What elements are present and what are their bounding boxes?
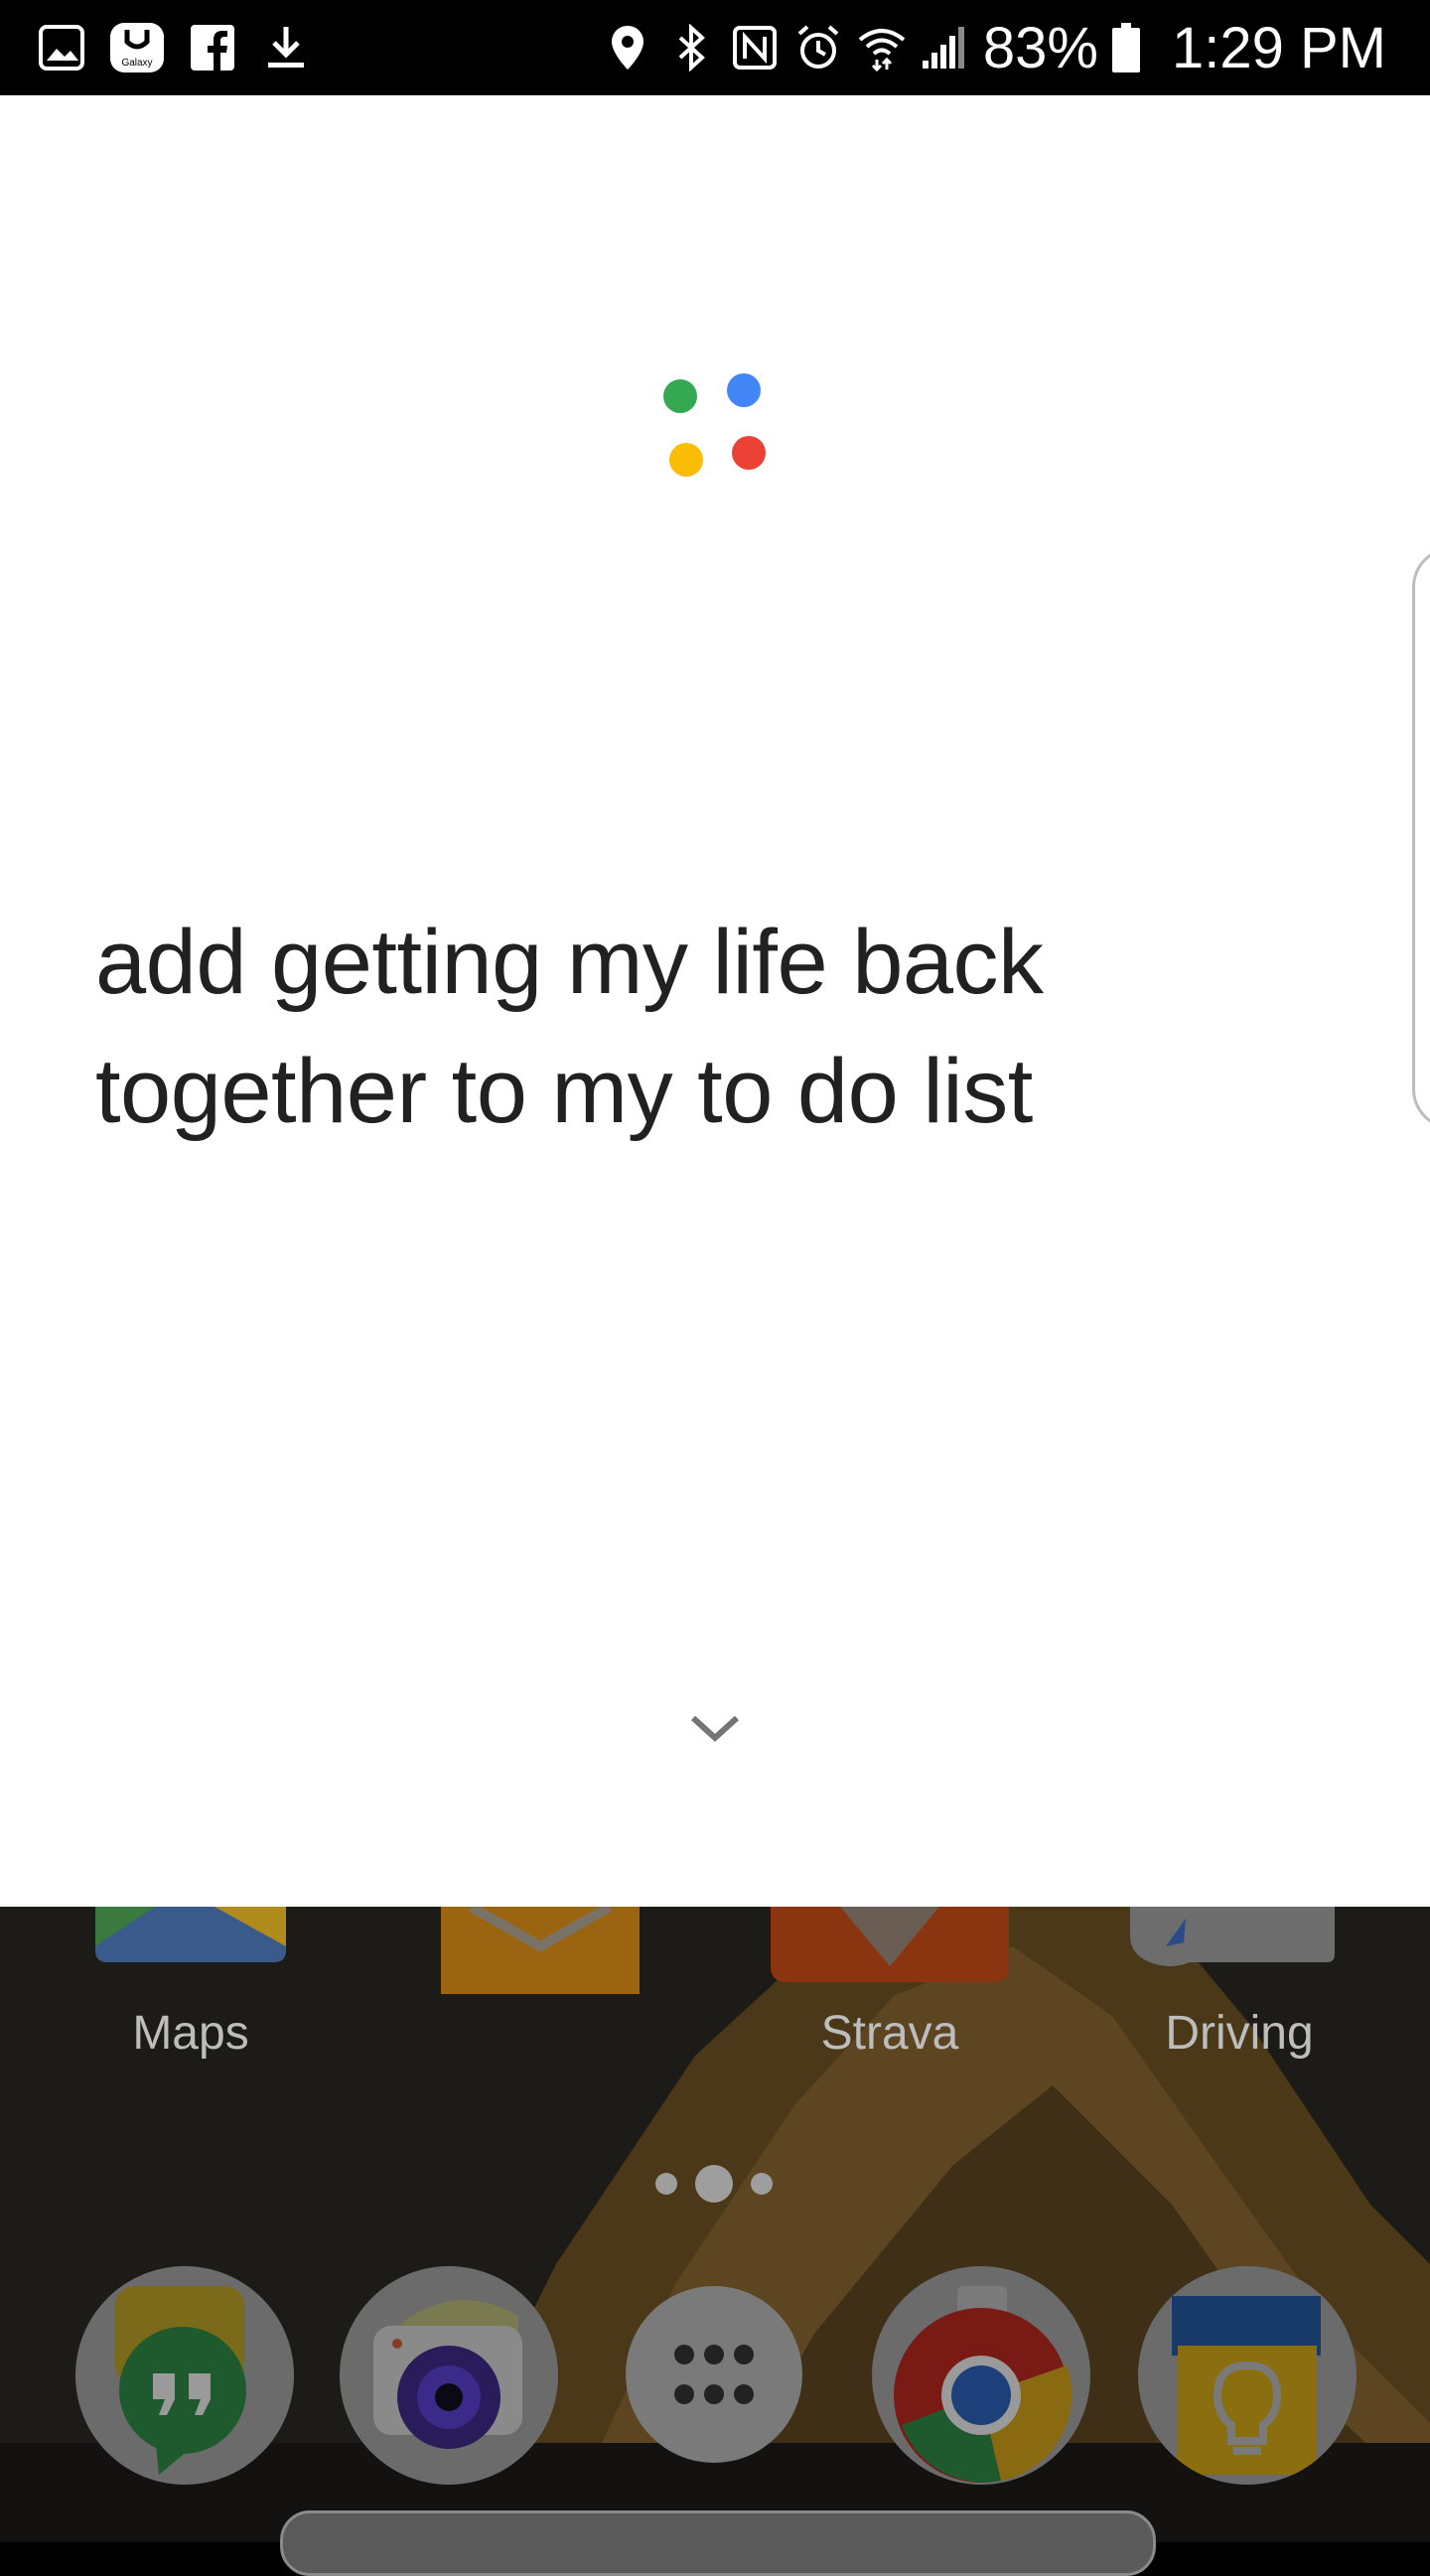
download-icon bbox=[260, 22, 312, 73]
battery-percent: 83% bbox=[982, 15, 1098, 80]
edge-panel-handle[interactable] bbox=[1412, 547, 1430, 1129]
facebook-icon bbox=[187, 22, 238, 73]
app-label-strava: Strava bbox=[820, 2007, 959, 2060]
page-dot-1 bbox=[655, 2173, 677, 2195]
galaxy-apps-icon: Galaxy bbox=[109, 22, 165, 73]
system-icons: 83% 1:29 PM bbox=[602, 14, 1386, 81]
email-app-icon[interactable] bbox=[441, 1907, 640, 1994]
battery-icon bbox=[1110, 22, 1142, 73]
alarm-icon bbox=[792, 22, 844, 73]
strava-app-icon[interactable] bbox=[771, 1907, 1009, 1982]
home-screen: Maps Strava Driving bbox=[0, 1907, 1430, 2542]
notification-icons: Galaxy bbox=[36, 18, 312, 77]
wifi-icon bbox=[856, 22, 908, 73]
logo-dot-blue bbox=[727, 373, 761, 407]
logo-dot-yellow bbox=[669, 443, 703, 477]
page-dot-2 bbox=[695, 2165, 733, 2203]
assistant-panel: add getting my life back together to my … bbox=[0, 95, 1430, 1907]
gallery-icon bbox=[36, 22, 87, 73]
chrome-icon[interactable] bbox=[872, 2266, 1090, 2485]
app-label-driving: Driving bbox=[1165, 2007, 1314, 2060]
svg-text:Galaxy: Galaxy bbox=[121, 58, 152, 69]
logo-dot-red bbox=[732, 436, 766, 470]
nfc-icon bbox=[729, 22, 781, 73]
location-icon bbox=[602, 22, 653, 73]
logo-dot-green bbox=[663, 379, 697, 413]
clock: 1:29 PM bbox=[1172, 15, 1386, 80]
keep-icon[interactable] bbox=[1138, 2266, 1357, 2485]
spoken-query: add getting my life back together to my … bbox=[95, 898, 1208, 1156]
status-bar: Galaxy 83% 1:29 PM bbox=[0, 0, 1430, 95]
app-label-maps: Maps bbox=[132, 2007, 249, 2060]
bluetooth-icon bbox=[665, 22, 717, 73]
query-line-1: add getting my life back bbox=[95, 912, 1044, 1013]
chevron-down-icon[interactable] bbox=[689, 1702, 741, 1754]
hangouts-icon[interactable] bbox=[75, 2266, 294, 2485]
page-dot-3 bbox=[751, 2173, 773, 2195]
maps-app-icon[interactable] bbox=[95, 1907, 286, 1962]
driving-app-icon[interactable] bbox=[1130, 1907, 1335, 1970]
home-bar[interactable] bbox=[280, 2510, 1156, 2576]
apps-drawer-icon[interactable] bbox=[626, 2286, 802, 2463]
query-line-2: together to my to do list bbox=[95, 1041, 1033, 1142]
signal-icon bbox=[920, 22, 971, 73]
camera-icon[interactable] bbox=[340, 2266, 558, 2485]
